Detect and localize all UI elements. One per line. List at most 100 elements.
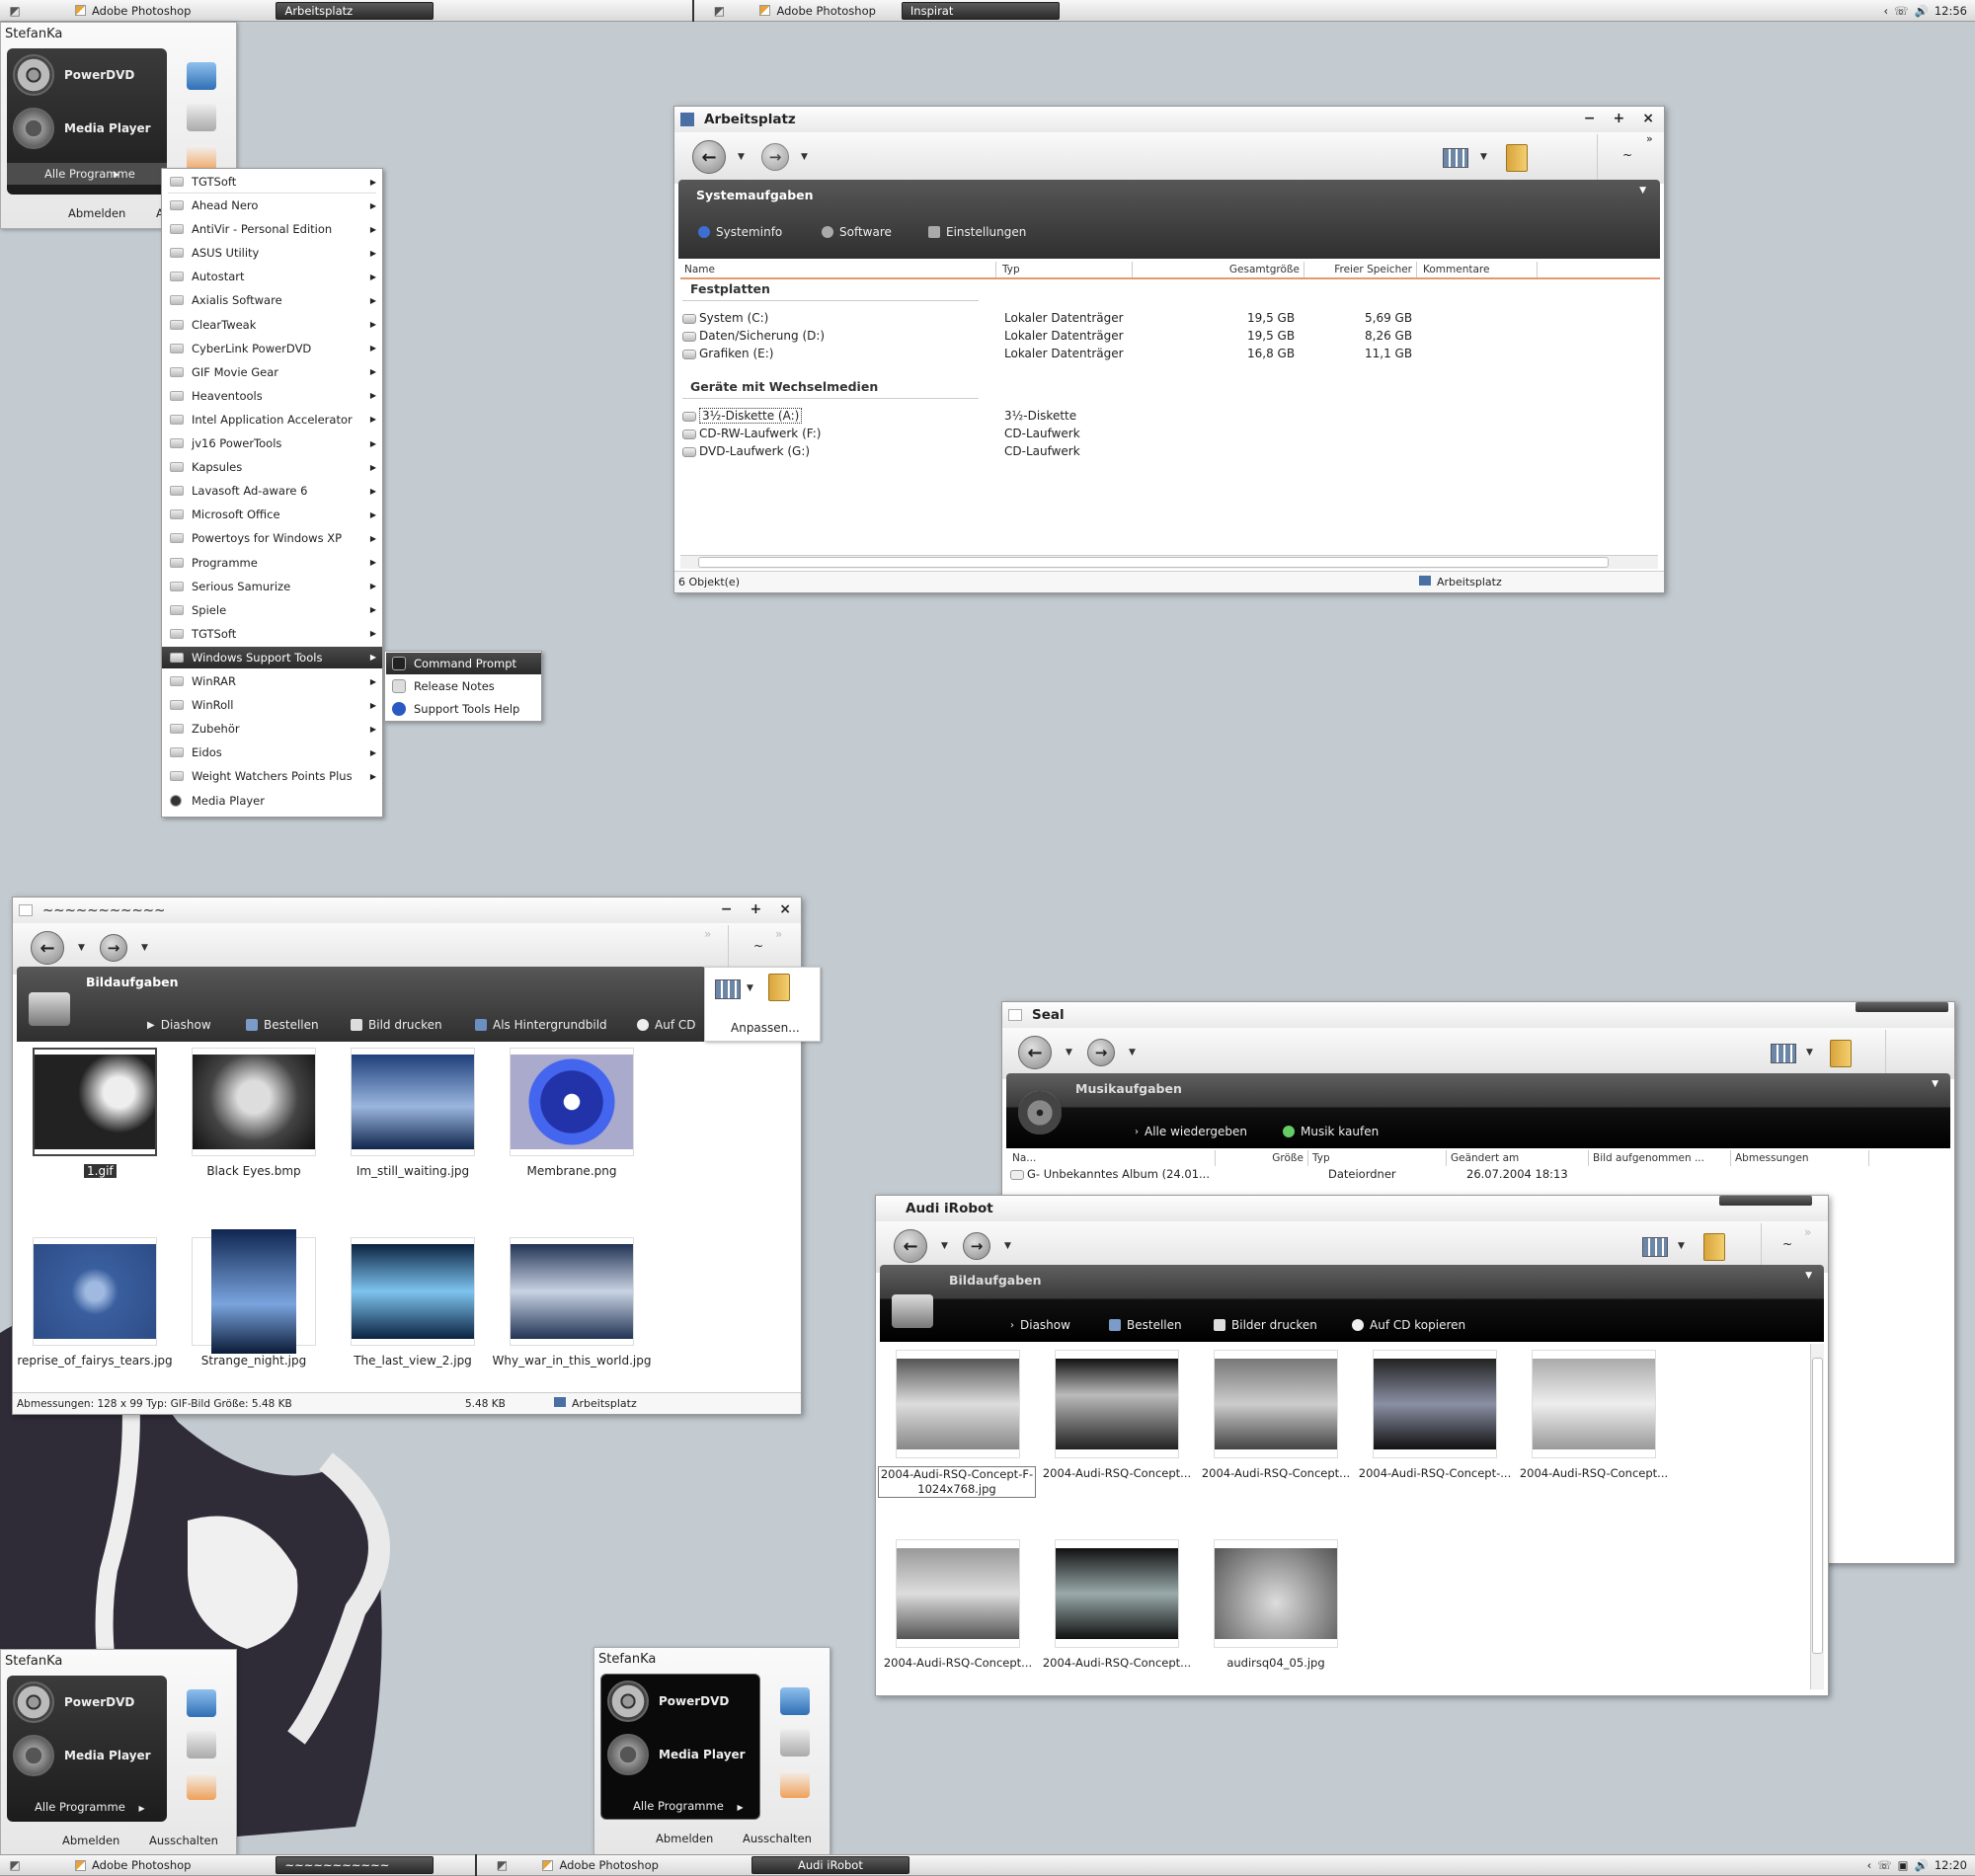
taskbar-item-photoshop[interactable]: Adobe Photoshop bbox=[69, 1856, 197, 1874]
powerdvd-item[interactable]: PowerDVD bbox=[13, 54, 134, 96]
taskbar-item-arbeitsplatz[interactable]: Arbeitsplatz bbox=[276, 1, 434, 20]
bilder-drucken-link[interactable]: Bilder drucken bbox=[1214, 1318, 1317, 1332]
command-prompt-item[interactable]: Command Prompt bbox=[386, 653, 541, 674]
diashow-link[interactable]: ▶ Diashow bbox=[147, 1018, 211, 1032]
chevron-right-icon-2[interactable]: » bbox=[775, 927, 782, 941]
program-item[interactable]: WinRAR ▶ bbox=[162, 670, 382, 692]
program-item[interactable]: Eidos ▶ bbox=[162, 742, 382, 763]
tray-arrow-icon[interactable]: ‹ bbox=[1867, 1858, 1872, 1872]
program-item[interactable]: Media Player bbox=[162, 790, 382, 812]
all-programs-button[interactable]: Alle Programme ▶ bbox=[35, 1800, 145, 1814]
thumbnail[interactable]: Im_still_waiting.jpg bbox=[349, 1046, 477, 1178]
window-titlebar[interactable]: Audi iRobot bbox=[876, 1196, 1828, 1221]
column-name[interactable]: Name bbox=[680, 262, 996, 277]
forward-dropdown[interactable]: ▼ bbox=[1004, 1241, 1011, 1251]
start-button[interactable]: ◩ bbox=[0, 1, 30, 21]
collapse-icon[interactable]: ▼ bbox=[1932, 1079, 1938, 1089]
apple-icon[interactable] bbox=[187, 1731, 216, 1759]
column-taken[interactable]: Bild aufgenommen ... bbox=[1589, 1150, 1731, 1166]
back-dropdown[interactable]: ▼ bbox=[1066, 1048, 1072, 1057]
apple-icon[interactable] bbox=[187, 104, 216, 131]
column-name[interactable]: Na... bbox=[1008, 1150, 1216, 1166]
views-icon[interactable] bbox=[1771, 1044, 1796, 1063]
media-player-item[interactable]: Media Player bbox=[13, 1735, 151, 1776]
powerdvd-item[interactable]: PowerDVD bbox=[13, 1681, 134, 1723]
drive-row[interactable]: System (C:) bbox=[682, 311, 768, 325]
media-player-item[interactable]: Media Player bbox=[13, 108, 151, 149]
start-button[interactable]: ◩ bbox=[0, 1855, 30, 1875]
thumbnail[interactable]: Black Eyes.bmp bbox=[190, 1046, 318, 1178]
chevron-right-icon[interactable]: » bbox=[704, 927, 711, 941]
program-item[interactable]: Spiele ▶ bbox=[162, 599, 382, 621]
views-dropdown[interactable]: ▼ bbox=[1480, 152, 1487, 162]
views-dropdown[interactable]: ▼ bbox=[747, 983, 753, 993]
taskbar-item-inspirat[interactable]: Inspirat bbox=[901, 1, 1060, 20]
column-free-space[interactable]: Freier Speicher bbox=[1306, 262, 1417, 277]
folders-icon[interactable] bbox=[1703, 1233, 1725, 1261]
program-item[interactable]: Microsoft Office ▶ bbox=[162, 504, 382, 525]
program-item[interactable]: ClearTweak ▶ bbox=[162, 314, 382, 336]
finder-icon[interactable] bbox=[187, 62, 216, 90]
logoff-button[interactable]: Abmelden bbox=[656, 1832, 713, 1845]
auf-cd-kopieren-link[interactable]: Auf CD kopieren bbox=[1352, 1318, 1465, 1332]
views-dropdown[interactable]: ▼ bbox=[1678, 1241, 1685, 1251]
column-modified[interactable]: Geändert am bbox=[1447, 1150, 1589, 1166]
window-titlebar[interactable]: Seal bbox=[1002, 1002, 1954, 1028]
thumbnail[interactable]: Why_war_in_this_world.jpg bbox=[493, 1235, 651, 1368]
column-type[interactable]: Typ bbox=[998, 262, 1133, 277]
back-dropdown[interactable]: ▼ bbox=[738, 152, 745, 162]
shutdown-button[interactable]: Ausschalten bbox=[743, 1832, 812, 1845]
close-button[interactable]: × bbox=[779, 901, 791, 917]
maximize-button[interactable]: + bbox=[1614, 111, 1625, 126]
horizontal-scrollbar[interactable] bbox=[680, 555, 1658, 569]
forward-button[interactable]: → bbox=[761, 143, 789, 171]
forward-dropdown[interactable]: ▼ bbox=[1129, 1048, 1136, 1057]
address-tilde[interactable]: ~ bbox=[753, 939, 763, 953]
column-total-size[interactable]: Gesamtgröße bbox=[1135, 262, 1304, 277]
forward-dropdown[interactable]: ▼ bbox=[801, 152, 808, 162]
program-item[interactable]: Zubehör ▶ bbox=[162, 718, 382, 740]
close-button[interactable]: × bbox=[1642, 111, 1654, 126]
program-item[interactable]: TGTSoft ▶ bbox=[162, 623, 382, 645]
thumbnail[interactable]: 2004-Audi-RSQ-Concept... bbox=[884, 1537, 1032, 1670]
column-dimensions[interactable]: Abmessungen bbox=[1731, 1150, 1869, 1166]
taskbar-item-photoshop-2[interactable]: Adobe Photoshop bbox=[536, 1856, 664, 1874]
removable-row[interactable]: CD-RW-Laufwerk (F:) bbox=[682, 427, 821, 440]
mail-icon[interactable] bbox=[780, 1770, 810, 1798]
buy-music-link[interactable]: Musik kaufen bbox=[1283, 1125, 1379, 1138]
program-item[interactable]: AntiVir - Personal Edition ▶ bbox=[162, 218, 382, 240]
bestellen-link[interactable]: Bestellen bbox=[246, 1018, 319, 1032]
collapse-icon[interactable]: ▼ bbox=[1805, 1271, 1812, 1281]
removable-row[interactable]: 3½-Diskette (A:) bbox=[682, 408, 803, 424]
program-item[interactable]: Intel Application Accelerator ▶ bbox=[162, 409, 382, 430]
play-all-link[interactable]: › Alle wiedergeben bbox=[1135, 1125, 1247, 1138]
program-item[interactable]: Axialis Software ▶ bbox=[162, 289, 382, 311]
views-icon[interactable] bbox=[1642, 1237, 1668, 1257]
window-titlebar[interactable]: ~~~~~~~~~~~ − + × bbox=[13, 898, 801, 923]
program-item[interactable]: WinRoll ▶ bbox=[162, 694, 382, 716]
thumbnail[interactable]: 2004-Audi-RSQ-Concept-F-1024x768.jpg bbox=[878, 1348, 1036, 1498]
diashow-link[interactable]: › Diashow bbox=[1010, 1318, 1070, 1332]
minimize-button[interactable]: − bbox=[721, 901, 733, 917]
phone-icon[interactable]: ☏ bbox=[1894, 4, 1908, 18]
maximize-button[interactable]: + bbox=[750, 901, 762, 917]
chevron-right-icon[interactable]: » bbox=[1804, 1225, 1811, 1239]
taskbar-item-photoshop[interactable]: Adobe Photoshop bbox=[69, 2, 197, 20]
taskbar-item-audi[interactable]: Audi iRobot bbox=[750, 1856, 909, 1874]
thumbnail[interactable]: 2004-Audi-RSQ-Concept... bbox=[1202, 1348, 1350, 1480]
program-item[interactable]: CyberLink PowerDVD ▶ bbox=[162, 338, 382, 359]
back-button[interactable]: ← bbox=[692, 140, 726, 174]
taskbar-item-pictures[interactable]: ~~~~~~~~~~~ bbox=[276, 1856, 434, 1874]
views-icon[interactable] bbox=[715, 979, 741, 999]
finder-icon[interactable] bbox=[187, 1689, 216, 1717]
network-icon[interactable]: ▣ bbox=[1898, 1858, 1909, 1872]
back-button[interactable]: ← bbox=[894, 1229, 927, 1263]
program-item[interactable]: Weight Watchers Points Plus ▶ bbox=[162, 765, 382, 787]
forward-dropdown[interactable]: ▼ bbox=[141, 943, 148, 953]
folders-icon[interactable] bbox=[1506, 144, 1528, 172]
tray-arrow-icon[interactable]: ‹ bbox=[1884, 4, 1889, 18]
minimize-button[interactable]: − bbox=[1584, 111, 1596, 126]
support-tools-help-item[interactable]: Support Tools Help bbox=[386, 698, 541, 720]
forward-button[interactable]: → bbox=[100, 934, 127, 962]
thumbnail[interactable]: Strange_night.jpg bbox=[190, 1229, 318, 1368]
